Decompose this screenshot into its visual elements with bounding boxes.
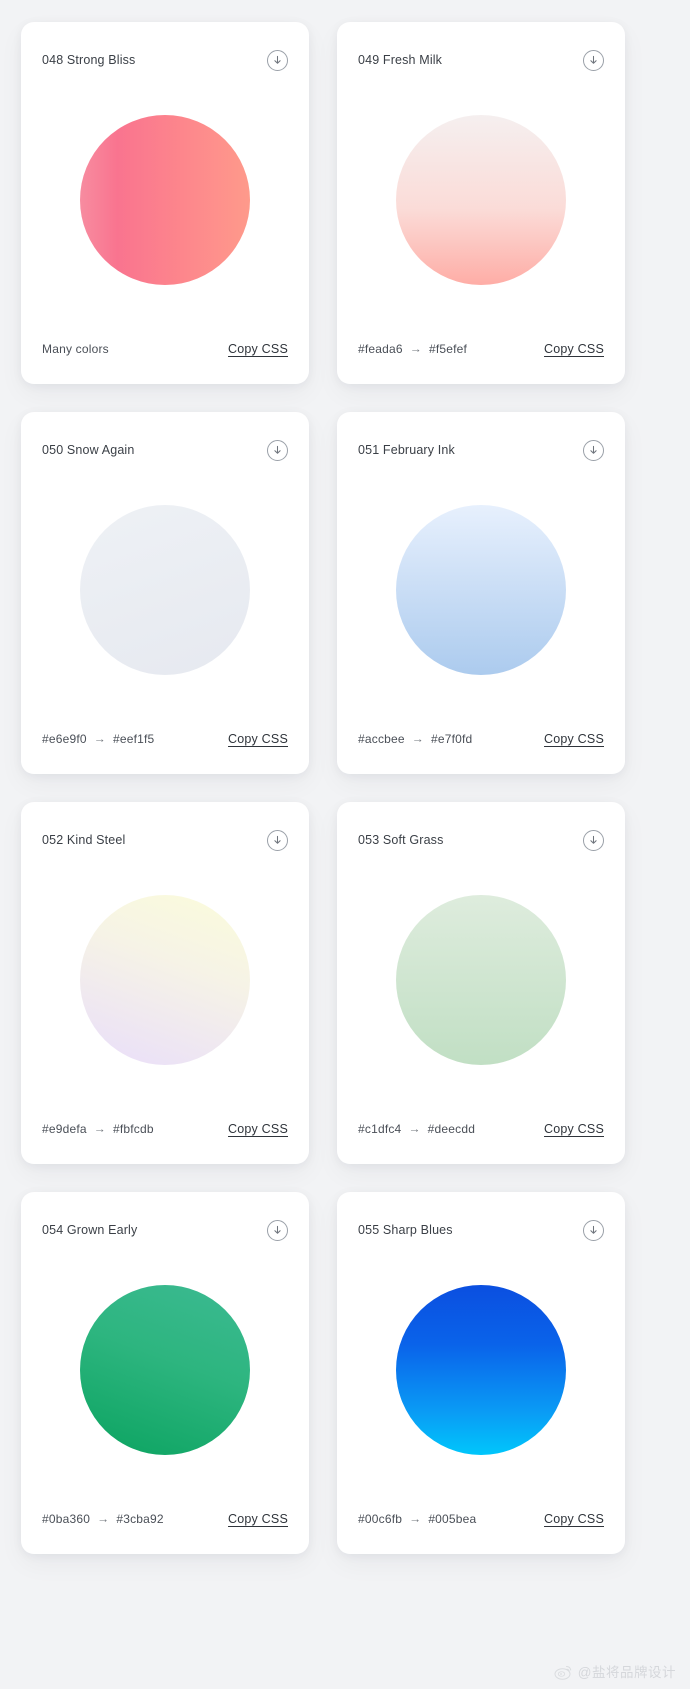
card-header: 048 Strong Bliss	[21, 22, 309, 74]
copy-css-button[interactable]: Copy CSS	[544, 732, 604, 746]
copy-css-button[interactable]: Copy CSS	[228, 732, 288, 746]
download-circle-icon[interactable]	[583, 50, 604, 71]
card-title: 052 Kind Steel	[42, 833, 126, 848]
gradient-card-gallery: 048 Strong Bliss Many colors Copy CSS 049 F…	[0, 0, 690, 1554]
gradient-hex-to: #eef1f5	[112, 732, 155, 746]
card-title: 050 Snow Again	[42, 443, 135, 458]
gradient-hex-pair: #00c6fb → #005bea	[358, 1511, 477, 1527]
card-footer: #c1dfc4 → #deecdd Copy CSS	[337, 1106, 625, 1164]
gradient-hex-from: #e6e9f0	[42, 732, 87, 746]
gradient-card: 051 February Ink #accbee → #e7f0fd Copy CSS	[337, 412, 625, 774]
download-circle-icon[interactable]	[267, 50, 288, 71]
card-header: 049 Fresh Milk	[337, 22, 625, 74]
gradient-swatch	[80, 115, 250, 285]
gradient-hex-from: #00c6fb	[358, 1512, 403, 1526]
card-footer: #0ba360 → #3cba92 Copy CSS	[21, 1496, 309, 1554]
gradient-card: 048 Strong Bliss Many colors Copy CSS	[21, 22, 309, 384]
card-title: 054 Grown Early	[42, 1223, 138, 1238]
gradient-card: 054 Grown Early #0ba360 → #3cba92 Copy CSS	[21, 1192, 309, 1554]
gradient-hex-from: #c1dfc4	[358, 1122, 402, 1136]
card-footer: #e9defa → #fbfcdb Copy CSS	[21, 1106, 309, 1164]
arrow-right-icon: →	[409, 341, 422, 356]
download-circle-icon[interactable]	[267, 440, 288, 461]
gradient-hex-pair: #feada6 → #f5efef	[358, 341, 468, 357]
arrow-right-icon: →	[411, 731, 424, 746]
watermark: @盐将品牌设计	[554, 1665, 676, 1680]
gradient-card: 055 Sharp Blues #00c6fb → #005bea Copy CSS	[337, 1192, 625, 1554]
weibo-eye-icon	[554, 1666, 572, 1680]
gradient-hex-pair: #e9defa → #fbfcdb	[42, 1121, 154, 1137]
card-title: 049 Fresh Milk	[358, 53, 443, 68]
gradient-card: 050 Snow Again #e6e9f0 → #eef1f5 Copy CSS	[21, 412, 309, 774]
gradient-hex-pair: #c1dfc4 → #deecdd	[358, 1121, 476, 1137]
card-footer: #e6e9f0 → #eef1f5 Copy CSS	[21, 716, 309, 774]
gradient-hex-to: #fbfcdb	[112, 1122, 154, 1136]
gradient-hex-to: #3cba92	[116, 1512, 164, 1526]
card-header: 053 Soft Grass	[337, 802, 625, 854]
gradient-description: Many colors	[42, 342, 109, 356]
gradient-hex-pair: #accbee → #e7f0fd	[358, 731, 473, 747]
gradient-swatch	[396, 505, 566, 675]
swatch-container	[337, 854, 625, 1106]
swatch-container	[21, 74, 309, 326]
swatch-container	[337, 1244, 625, 1496]
card-title: 055 Sharp Blues	[358, 1223, 453, 1238]
card-title: 048 Strong Bliss	[42, 53, 136, 68]
card-footer: #accbee → #e7f0fd Copy CSS	[337, 716, 625, 774]
gradient-hex-pair: #e6e9f0 → #eef1f5	[42, 731, 155, 747]
watermark-text: @盐将品牌设计	[577, 1664, 676, 1680]
gradient-hex-pair: #0ba360 → #3cba92	[42, 1511, 164, 1527]
card-header: 052 Kind Steel	[21, 802, 309, 854]
arrow-right-icon: →	[93, 1121, 106, 1136]
gradient-hex-to: #005bea	[428, 1512, 477, 1526]
card-title: 051 February Ink	[358, 443, 455, 458]
arrow-right-icon: →	[408, 1121, 421, 1136]
swatch-container	[21, 1244, 309, 1496]
gradient-hex-from: #feada6	[358, 342, 403, 356]
gradient-hex-to: #deecdd	[427, 1122, 476, 1136]
gradient-swatch	[396, 115, 566, 285]
card-header: 054 Grown Early	[21, 1192, 309, 1244]
card-footer: #feada6 → #f5efef Copy CSS	[337, 326, 625, 384]
swatch-container	[337, 74, 625, 326]
download-circle-icon[interactable]	[267, 830, 288, 851]
swatch-container	[21, 464, 309, 716]
arrow-right-icon: →	[97, 1511, 110, 1526]
gradient-swatch	[80, 895, 250, 1065]
swatch-container	[337, 464, 625, 716]
copy-css-button[interactable]: Copy CSS	[228, 1122, 288, 1136]
copy-css-button[interactable]: Copy CSS	[544, 1512, 604, 1526]
gradient-card: 053 Soft Grass #c1dfc4 → #deecdd Copy CSS	[337, 802, 625, 1164]
gradient-swatch	[396, 1285, 566, 1455]
copy-css-button[interactable]: Copy CSS	[228, 1512, 288, 1526]
gradient-hex-to: #f5efef	[428, 342, 468, 356]
download-circle-icon[interactable]	[267, 1220, 288, 1241]
card-header: 050 Snow Again	[21, 412, 309, 464]
gradient-hex-to: #e7f0fd	[430, 732, 473, 746]
card-footer: #00c6fb → #005bea Copy CSS	[337, 1496, 625, 1554]
gradient-swatch	[80, 1285, 250, 1455]
gradient-swatch	[80, 505, 250, 675]
copy-css-button[interactable]: Copy CSS	[544, 1122, 604, 1136]
download-circle-icon[interactable]	[583, 1220, 604, 1241]
gradient-hex-from: #0ba360	[42, 1512, 91, 1526]
gradient-card: 049 Fresh Milk #feada6 → #f5efef Copy CSS	[337, 22, 625, 384]
swatch-container	[21, 854, 309, 1106]
download-circle-icon[interactable]	[583, 830, 604, 851]
gradient-hex-from: #accbee	[358, 732, 405, 746]
arrow-right-icon: →	[93, 731, 106, 746]
arrow-right-icon: →	[409, 1511, 422, 1526]
gradient-card: 052 Kind Steel #e9defa → #fbfcdb Copy CSS	[21, 802, 309, 1164]
card-header: 055 Sharp Blues	[337, 1192, 625, 1244]
gradient-hex-from: #e9defa	[42, 1122, 87, 1136]
download-circle-icon[interactable]	[583, 440, 604, 461]
gradient-swatch	[396, 895, 566, 1065]
copy-css-button[interactable]: Copy CSS	[228, 342, 288, 356]
copy-css-button[interactable]: Copy CSS	[544, 342, 604, 356]
card-title: 053 Soft Grass	[358, 833, 444, 848]
card-header: 051 February Ink	[337, 412, 625, 464]
card-footer: Many colors Copy CSS	[21, 326, 309, 384]
